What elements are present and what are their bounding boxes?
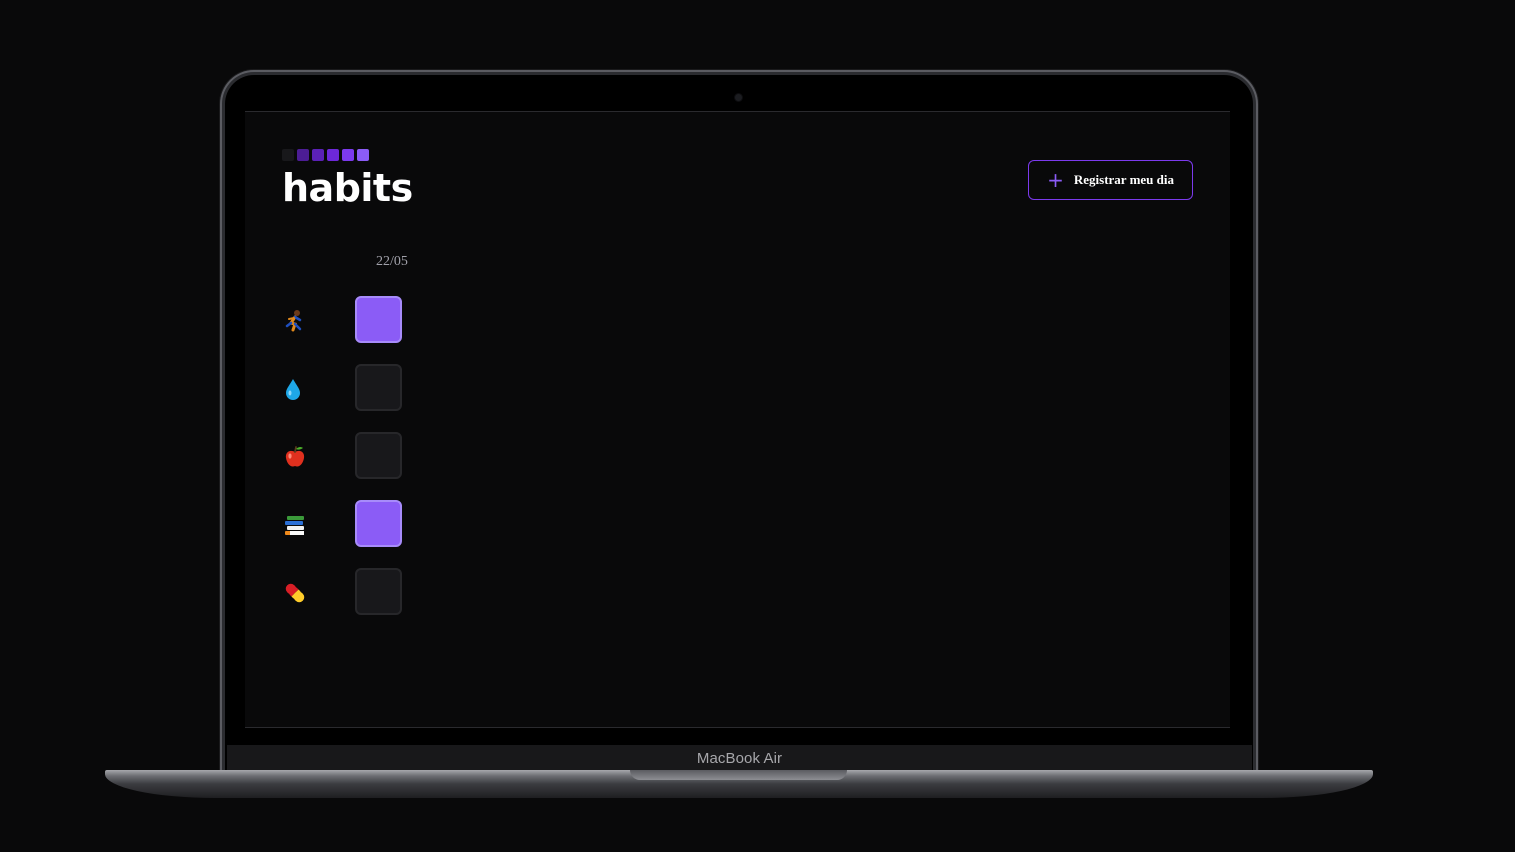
device-label: MacBook Air bbox=[696, 749, 783, 767]
pill-icon bbox=[282, 580, 322, 606]
apple-icon bbox=[282, 444, 322, 470]
habit-row bbox=[282, 432, 482, 482]
habit-cell[interactable] bbox=[355, 364, 402, 411]
logo-square bbox=[342, 149, 354, 161]
logo-square bbox=[282, 149, 294, 161]
habit-cell[interactable] bbox=[355, 500, 402, 547]
app-header: habits + Registrar meu dia bbox=[282, 149, 1193, 207]
droplet-icon bbox=[282, 376, 322, 402]
habit-row bbox=[282, 500, 482, 550]
logo-square bbox=[297, 149, 309, 161]
logo-text: habits bbox=[282, 166, 413, 210]
habit-row bbox=[282, 568, 482, 618]
plus-icon: + bbox=[1047, 168, 1064, 192]
habit-row bbox=[282, 364, 482, 414]
date-label: 22/05 bbox=[376, 254, 408, 269]
date-header: 22/05 bbox=[362, 252, 422, 270]
camera-icon bbox=[735, 94, 742, 101]
logo-square bbox=[312, 149, 324, 161]
laptop-notch bbox=[630, 770, 847, 780]
stage: habits + Registrar meu dia 22/05 MacBook… bbox=[0, 0, 1515, 852]
habit-cell[interactable] bbox=[355, 568, 402, 615]
logo-square bbox=[357, 149, 369, 161]
habit-row bbox=[282, 296, 482, 346]
habit-cell[interactable] bbox=[355, 296, 402, 343]
laptop-chin: MacBook Air bbox=[227, 745, 1252, 771]
runner-icon bbox=[282, 308, 322, 334]
logo: habits bbox=[282, 149, 413, 207]
habit-cell[interactable] bbox=[355, 432, 402, 479]
logo-square bbox=[327, 149, 339, 161]
register-day-label: Registrar meu dia bbox=[1073, 172, 1174, 187]
register-day-button[interactable]: + Registrar meu dia bbox=[1028, 160, 1193, 200]
logo-squares bbox=[282, 149, 413, 161]
books-icon bbox=[282, 512, 322, 538]
laptop-screen: habits + Registrar meu dia 22/05 bbox=[245, 111, 1230, 728]
